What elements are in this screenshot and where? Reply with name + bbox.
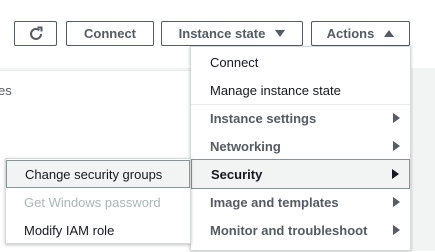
actions-menu: Connect Manage instance state Instance s…	[190, 46, 411, 251]
connect-button[interactable]: Connect	[66, 21, 154, 46]
chevron-right-icon	[392, 169, 399, 179]
chevron-right-icon	[393, 197, 400, 207]
refresh-icon	[29, 26, 42, 40]
instance-state-button-label: Instance state	[178, 26, 266, 41]
caret-down-icon	[275, 30, 286, 37]
instance-state-button[interactable]: Instance state	[161, 21, 303, 46]
chevron-right-icon	[393, 141, 400, 151]
menu-item-connect[interactable]: Connect	[191, 48, 410, 76]
menu-item-label: Networking	[210, 138, 281, 154]
partial-panel-text: es	[0, 83, 12, 98]
menu-item-monitor-and-troubleshoot[interactable]: Monitor and troubleshoot	[191, 216, 410, 244]
menu-item-manage-instance-state[interactable]: Manage instance state	[191, 76, 410, 104]
menu-item-security[interactable]: Security	[191, 159, 410, 189]
menu-item-label: Security	[211, 166, 263, 182]
menu-item-networking[interactable]: Networking	[191, 132, 410, 160]
menu-item-instance-settings[interactable]: Instance settings	[191, 104, 410, 132]
chevron-right-icon	[393, 113, 400, 123]
menu-item-label: Monitor and troubleshoot	[210, 222, 368, 238]
menu-item-label: Connect	[210, 54, 259, 70]
submenu-item-modify-iam-role[interactable]: Modify IAM role	[6, 216, 190, 244]
menu-item-label: Manage instance state	[210, 82, 341, 98]
submenu-item-label: Get Windows password	[24, 194, 161, 210]
submenu-item-get-windows-password: Get Windows password	[6, 188, 190, 216]
chevron-right-icon	[393, 225, 400, 235]
submenu-item-label: Modify IAM role	[24, 222, 115, 238]
submenu-item-label: Change security groups	[25, 166, 163, 182]
actions-button[interactable]: Actions	[311, 21, 410, 46]
caret-up-icon	[384, 30, 395, 37]
menu-item-label: Image and templates	[210, 194, 339, 210]
menu-item-image-and-templates[interactable]: Image and templates	[191, 188, 410, 216]
security-submenu: Change security groups Get Windows passw…	[5, 158, 191, 244]
submenu-item-change-security-groups[interactable]: Change security groups	[6, 160, 190, 188]
menu-item-label: Instance settings	[210, 110, 317, 126]
actions-button-label: Actions	[326, 26, 375, 41]
refresh-button[interactable]	[14, 21, 57, 46]
connect-button-label: Connect	[84, 26, 136, 41]
